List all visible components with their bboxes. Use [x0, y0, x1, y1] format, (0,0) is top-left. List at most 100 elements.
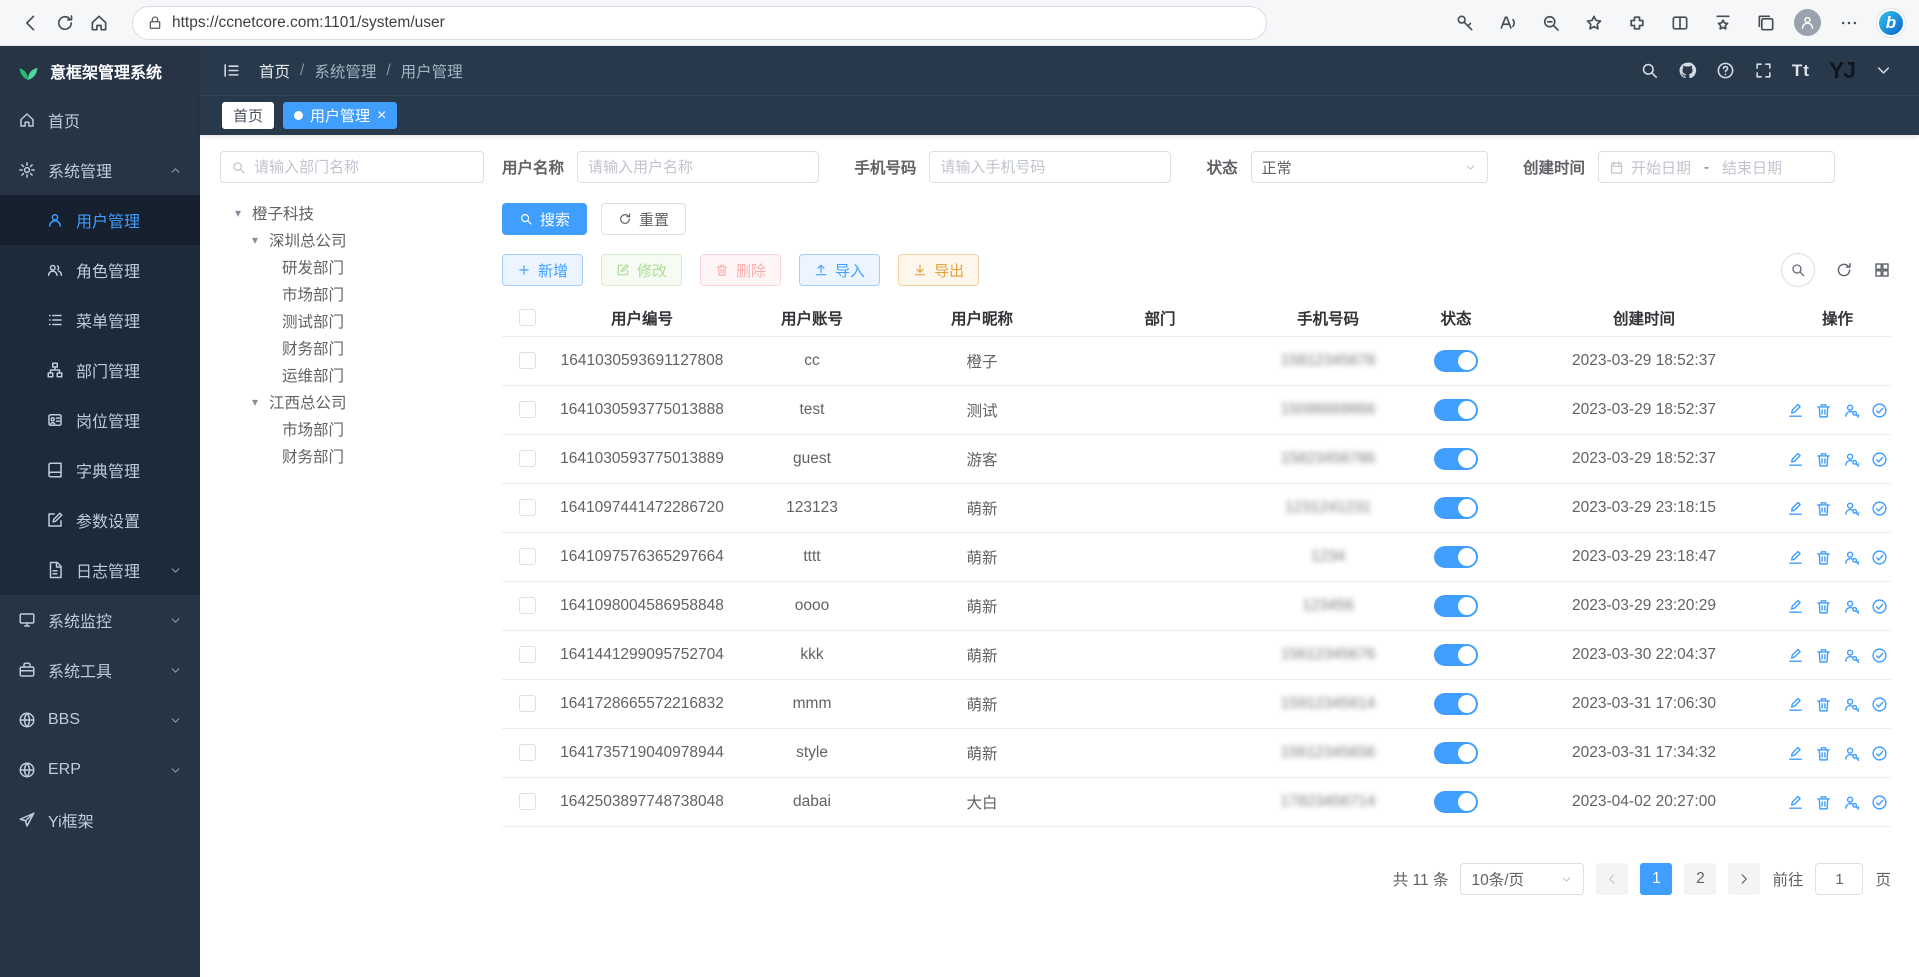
sidebar-item-bbs[interactable]: BBS	[0, 695, 200, 745]
reset-password-icon[interactable]	[1843, 402, 1860, 419]
status-toggle[interactable]	[1434, 693, 1478, 715]
reset-password-icon[interactable]	[1843, 794, 1860, 811]
zoom-out-icon[interactable]	[1536, 7, 1566, 39]
collapse-sidebar-icon[interactable]	[222, 61, 241, 80]
row-checkbox[interactable]	[519, 793, 536, 810]
row-checkbox[interactable]	[519, 695, 536, 712]
status-toggle[interactable]	[1434, 742, 1478, 764]
tree-node[interactable]: ▾江西总公司	[220, 388, 484, 415]
sidebar-item-erp[interactable]: ERP	[0, 745, 200, 795]
status-select[interactable]: 正常	[1251, 151, 1488, 183]
assign-role-icon[interactable]	[1871, 745, 1888, 762]
assign-role-icon[interactable]	[1871, 451, 1888, 468]
tree-expand-icon[interactable]: ▾	[230, 206, 246, 220]
column-settings-icon[interactable]	[1873, 261, 1891, 279]
reset-password-icon[interactable]	[1843, 696, 1860, 713]
assign-role-icon[interactable]	[1871, 402, 1888, 419]
page-size-select[interactable]: 10条/页	[1460, 863, 1584, 895]
next-page-button[interactable]	[1728, 863, 1760, 895]
tree-node[interactable]: 研发部门	[220, 253, 484, 280]
dept-search-input[interactable]	[254, 159, 473, 176]
tab-user-management[interactable]: 用户管理 ×	[283, 102, 397, 129]
app-logo[interactable]: 意框架管理系统	[0, 46, 200, 95]
header-search-icon[interactable]	[1640, 61, 1659, 80]
assign-role-icon[interactable]	[1871, 794, 1888, 811]
bing-copilot-icon[interactable]: b	[1877, 9, 1905, 37]
username-input[interactable]	[588, 159, 808, 176]
fullscreen-icon[interactable]	[1754, 61, 1773, 80]
status-toggle[interactable]	[1434, 350, 1478, 372]
reset-password-icon[interactable]	[1843, 745, 1860, 762]
import-button[interactable]: 导入	[799, 254, 880, 286]
delete-row-icon[interactable]	[1815, 451, 1832, 468]
status-toggle[interactable]	[1434, 644, 1478, 666]
status-toggle[interactable]	[1434, 546, 1478, 568]
tree-expand-icon[interactable]: ▾	[247, 233, 263, 247]
page-button-1[interactable]: 1	[1640, 863, 1672, 895]
status-toggle[interactable]	[1434, 497, 1478, 519]
assign-role-icon[interactable]	[1871, 696, 1888, 713]
assign-role-icon[interactable]	[1871, 647, 1888, 664]
reset-password-icon[interactable]	[1843, 549, 1860, 566]
reset-button[interactable]: 重置	[601, 203, 686, 235]
row-checkbox[interactable]	[519, 450, 536, 467]
edit-row-icon[interactable]	[1787, 647, 1804, 664]
status-toggle[interactable]	[1434, 595, 1478, 617]
sidebar-item-post[interactable]: 岗位管理	[0, 395, 200, 445]
sidebar-item-dept[interactable]: 部门管理	[0, 345, 200, 395]
address-bar[interactable]: https://ccnetcore.com:1101/system/user	[132, 6, 1267, 40]
edit-row-icon[interactable]	[1787, 451, 1804, 468]
refresh-table-icon[interactable]	[1835, 261, 1853, 279]
chevron-down-icon[interactable]	[1874, 61, 1893, 80]
browser-back-icon[interactable]	[14, 7, 48, 39]
edit-row-icon[interactable]	[1787, 598, 1804, 615]
edit-row-icon[interactable]	[1787, 696, 1804, 713]
sidebar-item-menu[interactable]: 菜单管理	[0, 295, 200, 345]
tab-home[interactable]: 首页	[222, 102, 274, 129]
sidebar-item-role[interactable]: 角色管理	[0, 245, 200, 295]
sidebar-item-home[interactable]: 首页	[0, 95, 200, 145]
tree-node[interactable]: 测试部门	[220, 307, 484, 334]
sidebar-item-tools[interactable]: 系统工具	[0, 645, 200, 695]
toggle-search-icon[interactable]	[1781, 253, 1815, 287]
github-icon[interactable]	[1678, 61, 1697, 80]
row-checkbox[interactable]	[519, 744, 536, 761]
sidebar-item-log[interactable]: 日志管理	[0, 545, 200, 595]
row-checkbox[interactable]	[519, 548, 536, 565]
delete-row-icon[interactable]	[1815, 549, 1832, 566]
export-button[interactable]: 导出	[898, 254, 979, 286]
user-logo[interactable]: YJ	[1829, 57, 1855, 84]
add-button[interactable]: 新增	[502, 254, 583, 286]
password-key-icon[interactable]	[1450, 7, 1480, 39]
goto-page-input[interactable]	[1815, 863, 1863, 895]
tree-node[interactable]: 市场部门	[220, 415, 484, 442]
tree-node[interactable]: 财务部门	[220, 442, 484, 469]
favorites-bar-icon[interactable]	[1708, 7, 1738, 39]
reset-password-icon[interactable]	[1843, 500, 1860, 517]
delete-row-icon[interactable]	[1815, 794, 1832, 811]
tree-node[interactable]: ▾深圳总公司	[220, 226, 484, 253]
assign-role-icon[interactable]	[1871, 549, 1888, 566]
browser-refresh-icon[interactable]	[48, 7, 82, 39]
assign-role-icon[interactable]	[1871, 598, 1888, 615]
close-tab-icon[interactable]: ×	[377, 108, 386, 124]
tree-node[interactable]: ▾橙子科技	[220, 199, 484, 226]
browser-home-icon[interactable]	[82, 7, 116, 39]
delete-row-icon[interactable]	[1815, 500, 1832, 517]
reset-password-icon[interactable]	[1843, 598, 1860, 615]
sidebar-item-monitor[interactable]: 系统监控	[0, 595, 200, 645]
delete-row-icon[interactable]	[1815, 696, 1832, 713]
sidebar-item-dict[interactable]: 字典管理	[0, 445, 200, 495]
add-favorite-star-icon[interactable]	[1579, 7, 1609, 39]
row-checkbox[interactable]	[519, 499, 536, 516]
date-range-picker[interactable]: 开始日期 - 结束日期	[1598, 151, 1835, 183]
phone-input[interactable]	[940, 159, 1160, 176]
edit-row-icon[interactable]	[1787, 402, 1804, 419]
phone-field[interactable]	[929, 151, 1171, 183]
prev-page-button[interactable]	[1596, 863, 1628, 895]
extensions-puzzle-icon[interactable]	[1622, 7, 1652, 39]
font-size-icon[interactable]: Tt	[1792, 61, 1810, 81]
select-all-checkbox[interactable]	[519, 309, 536, 326]
username-field[interactable]	[577, 151, 819, 183]
edit-row-icon[interactable]	[1787, 794, 1804, 811]
